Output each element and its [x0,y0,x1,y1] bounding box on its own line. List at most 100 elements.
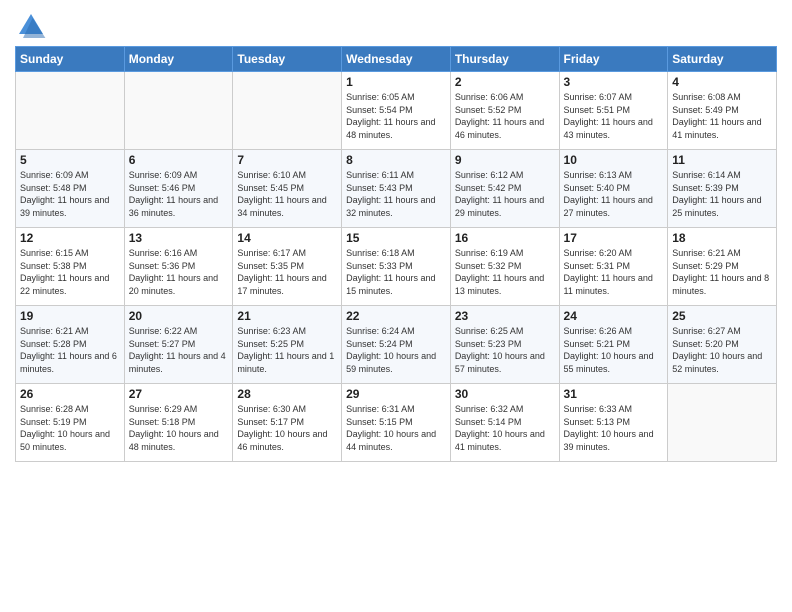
cell-content: Sunrise: 6:30 AMSunset: 5:17 PMDaylight:… [237,403,337,453]
weekday-header-row: SundayMondayTuesdayWednesdayThursdayFrid… [16,47,777,72]
cell-content: Sunrise: 6:05 AMSunset: 5:54 PMDaylight:… [346,91,446,141]
calendar-cell: 13 Sunrise: 6:16 AMSunset: 5:36 PMDaylig… [124,228,233,306]
cell-content: Sunrise: 6:09 AMSunset: 5:46 PMDaylight:… [129,169,229,219]
day-number: 9 [455,153,555,167]
calendar-cell: 7 Sunrise: 6:10 AMSunset: 5:45 PMDayligh… [233,150,342,228]
day-number: 18 [672,231,772,245]
calendar-cell: 15 Sunrise: 6:18 AMSunset: 5:33 PMDaylig… [342,228,451,306]
calendar-cell: 25 Sunrise: 6:27 AMSunset: 5:20 PMDaylig… [668,306,777,384]
calendar-cell: 2 Sunrise: 6:06 AMSunset: 5:52 PMDayligh… [450,72,559,150]
week-row-3: 12 Sunrise: 6:15 AMSunset: 5:38 PMDaylig… [16,228,777,306]
cell-content: Sunrise: 6:15 AMSunset: 5:38 PMDaylight:… [20,247,120,297]
day-number: 13 [129,231,229,245]
cell-content: Sunrise: 6:13 AMSunset: 5:40 PMDaylight:… [564,169,664,219]
calendar-cell: 31 Sunrise: 6:33 AMSunset: 5:13 PMDaylig… [559,384,668,462]
cell-content: Sunrise: 6:12 AMSunset: 5:42 PMDaylight:… [455,169,555,219]
day-number: 12 [20,231,120,245]
logo [15,10,51,42]
day-number: 2 [455,75,555,89]
cell-content: Sunrise: 6:24 AMSunset: 5:24 PMDaylight:… [346,325,446,375]
cell-content: Sunrise: 6:17 AMSunset: 5:35 PMDaylight:… [237,247,337,297]
day-number: 27 [129,387,229,401]
day-number: 10 [564,153,664,167]
cell-content: Sunrise: 6:11 AMSunset: 5:43 PMDaylight:… [346,169,446,219]
week-row-2: 5 Sunrise: 6:09 AMSunset: 5:48 PMDayligh… [16,150,777,228]
day-number: 14 [237,231,337,245]
cell-content: Sunrise: 6:09 AMSunset: 5:48 PMDaylight:… [20,169,120,219]
day-number: 28 [237,387,337,401]
day-number: 19 [20,309,120,323]
cell-content: Sunrise: 6:29 AMSunset: 5:18 PMDaylight:… [129,403,229,453]
cell-content: Sunrise: 6:33 AMSunset: 5:13 PMDaylight:… [564,403,664,453]
calendar-table: SundayMondayTuesdayWednesdayThursdayFrid… [15,46,777,462]
cell-content: Sunrise: 6:18 AMSunset: 5:33 PMDaylight:… [346,247,446,297]
day-number: 22 [346,309,446,323]
week-row-1: 1 Sunrise: 6:05 AMSunset: 5:54 PMDayligh… [16,72,777,150]
day-number: 4 [672,75,772,89]
cell-content: Sunrise: 6:21 AMSunset: 5:28 PMDaylight:… [20,325,120,375]
calendar-cell: 5 Sunrise: 6:09 AMSunset: 5:48 PMDayligh… [16,150,125,228]
day-number: 16 [455,231,555,245]
cell-content: Sunrise: 6:27 AMSunset: 5:20 PMDaylight:… [672,325,772,375]
cell-content: Sunrise: 6:32 AMSunset: 5:14 PMDaylight:… [455,403,555,453]
calendar-cell: 12 Sunrise: 6:15 AMSunset: 5:38 PMDaylig… [16,228,125,306]
cell-content: Sunrise: 6:06 AMSunset: 5:52 PMDaylight:… [455,91,555,141]
day-number: 8 [346,153,446,167]
weekday-header-thursday: Thursday [450,47,559,72]
calendar-cell: 21 Sunrise: 6:23 AMSunset: 5:25 PMDaylig… [233,306,342,384]
calendar-cell: 9 Sunrise: 6:12 AMSunset: 5:42 PMDayligh… [450,150,559,228]
calendar-cell: 26 Sunrise: 6:28 AMSunset: 5:19 PMDaylig… [16,384,125,462]
calendar-cell: 6 Sunrise: 6:09 AMSunset: 5:46 PMDayligh… [124,150,233,228]
calendar-cell: 28 Sunrise: 6:30 AMSunset: 5:17 PMDaylig… [233,384,342,462]
main-container: SundayMondayTuesdayWednesdayThursdayFrid… [0,0,792,472]
cell-content: Sunrise: 6:07 AMSunset: 5:51 PMDaylight:… [564,91,664,141]
day-number: 23 [455,309,555,323]
calendar-cell: 30 Sunrise: 6:32 AMSunset: 5:14 PMDaylig… [450,384,559,462]
cell-content: Sunrise: 6:08 AMSunset: 5:49 PMDaylight:… [672,91,772,141]
week-row-4: 19 Sunrise: 6:21 AMSunset: 5:28 PMDaylig… [16,306,777,384]
day-number: 1 [346,75,446,89]
calendar-cell [16,72,125,150]
calendar-cell [233,72,342,150]
cell-content: Sunrise: 6:22 AMSunset: 5:27 PMDaylight:… [129,325,229,375]
calendar-cell: 10 Sunrise: 6:13 AMSunset: 5:40 PMDaylig… [559,150,668,228]
weekday-header-wednesday: Wednesday [342,47,451,72]
calendar-cell: 29 Sunrise: 6:31 AMSunset: 5:15 PMDaylig… [342,384,451,462]
cell-content: Sunrise: 6:19 AMSunset: 5:32 PMDaylight:… [455,247,555,297]
calendar-cell: 24 Sunrise: 6:26 AMSunset: 5:21 PMDaylig… [559,306,668,384]
calendar-cell: 1 Sunrise: 6:05 AMSunset: 5:54 PMDayligh… [342,72,451,150]
cell-content: Sunrise: 6:21 AMSunset: 5:29 PMDaylight:… [672,247,772,297]
day-number: 26 [20,387,120,401]
day-number: 20 [129,309,229,323]
cell-content: Sunrise: 6:23 AMSunset: 5:25 PMDaylight:… [237,325,337,375]
calendar-cell: 20 Sunrise: 6:22 AMSunset: 5:27 PMDaylig… [124,306,233,384]
weekday-header-saturday: Saturday [668,47,777,72]
day-number: 25 [672,309,772,323]
cell-content: Sunrise: 6:25 AMSunset: 5:23 PMDaylight:… [455,325,555,375]
day-number: 15 [346,231,446,245]
calendar-cell: 11 Sunrise: 6:14 AMSunset: 5:39 PMDaylig… [668,150,777,228]
day-number: 31 [564,387,664,401]
weekday-header-sunday: Sunday [16,47,125,72]
cell-content: Sunrise: 6:14 AMSunset: 5:39 PMDaylight:… [672,169,772,219]
day-number: 24 [564,309,664,323]
cell-content: Sunrise: 6:16 AMSunset: 5:36 PMDaylight:… [129,247,229,297]
header [15,10,777,42]
day-number: 21 [237,309,337,323]
calendar-cell: 8 Sunrise: 6:11 AMSunset: 5:43 PMDayligh… [342,150,451,228]
logo-icon [15,10,47,42]
day-number: 7 [237,153,337,167]
calendar-cell [668,384,777,462]
cell-content: Sunrise: 6:31 AMSunset: 5:15 PMDaylight:… [346,403,446,453]
calendar-cell: 22 Sunrise: 6:24 AMSunset: 5:24 PMDaylig… [342,306,451,384]
calendar-cell: 17 Sunrise: 6:20 AMSunset: 5:31 PMDaylig… [559,228,668,306]
cell-content: Sunrise: 6:20 AMSunset: 5:31 PMDaylight:… [564,247,664,297]
day-number: 6 [129,153,229,167]
calendar-cell: 4 Sunrise: 6:08 AMSunset: 5:49 PMDayligh… [668,72,777,150]
cell-content: Sunrise: 6:26 AMSunset: 5:21 PMDaylight:… [564,325,664,375]
day-number: 29 [346,387,446,401]
calendar-cell [124,72,233,150]
cell-content: Sunrise: 6:28 AMSunset: 5:19 PMDaylight:… [20,403,120,453]
day-number: 30 [455,387,555,401]
week-row-5: 26 Sunrise: 6:28 AMSunset: 5:19 PMDaylig… [16,384,777,462]
